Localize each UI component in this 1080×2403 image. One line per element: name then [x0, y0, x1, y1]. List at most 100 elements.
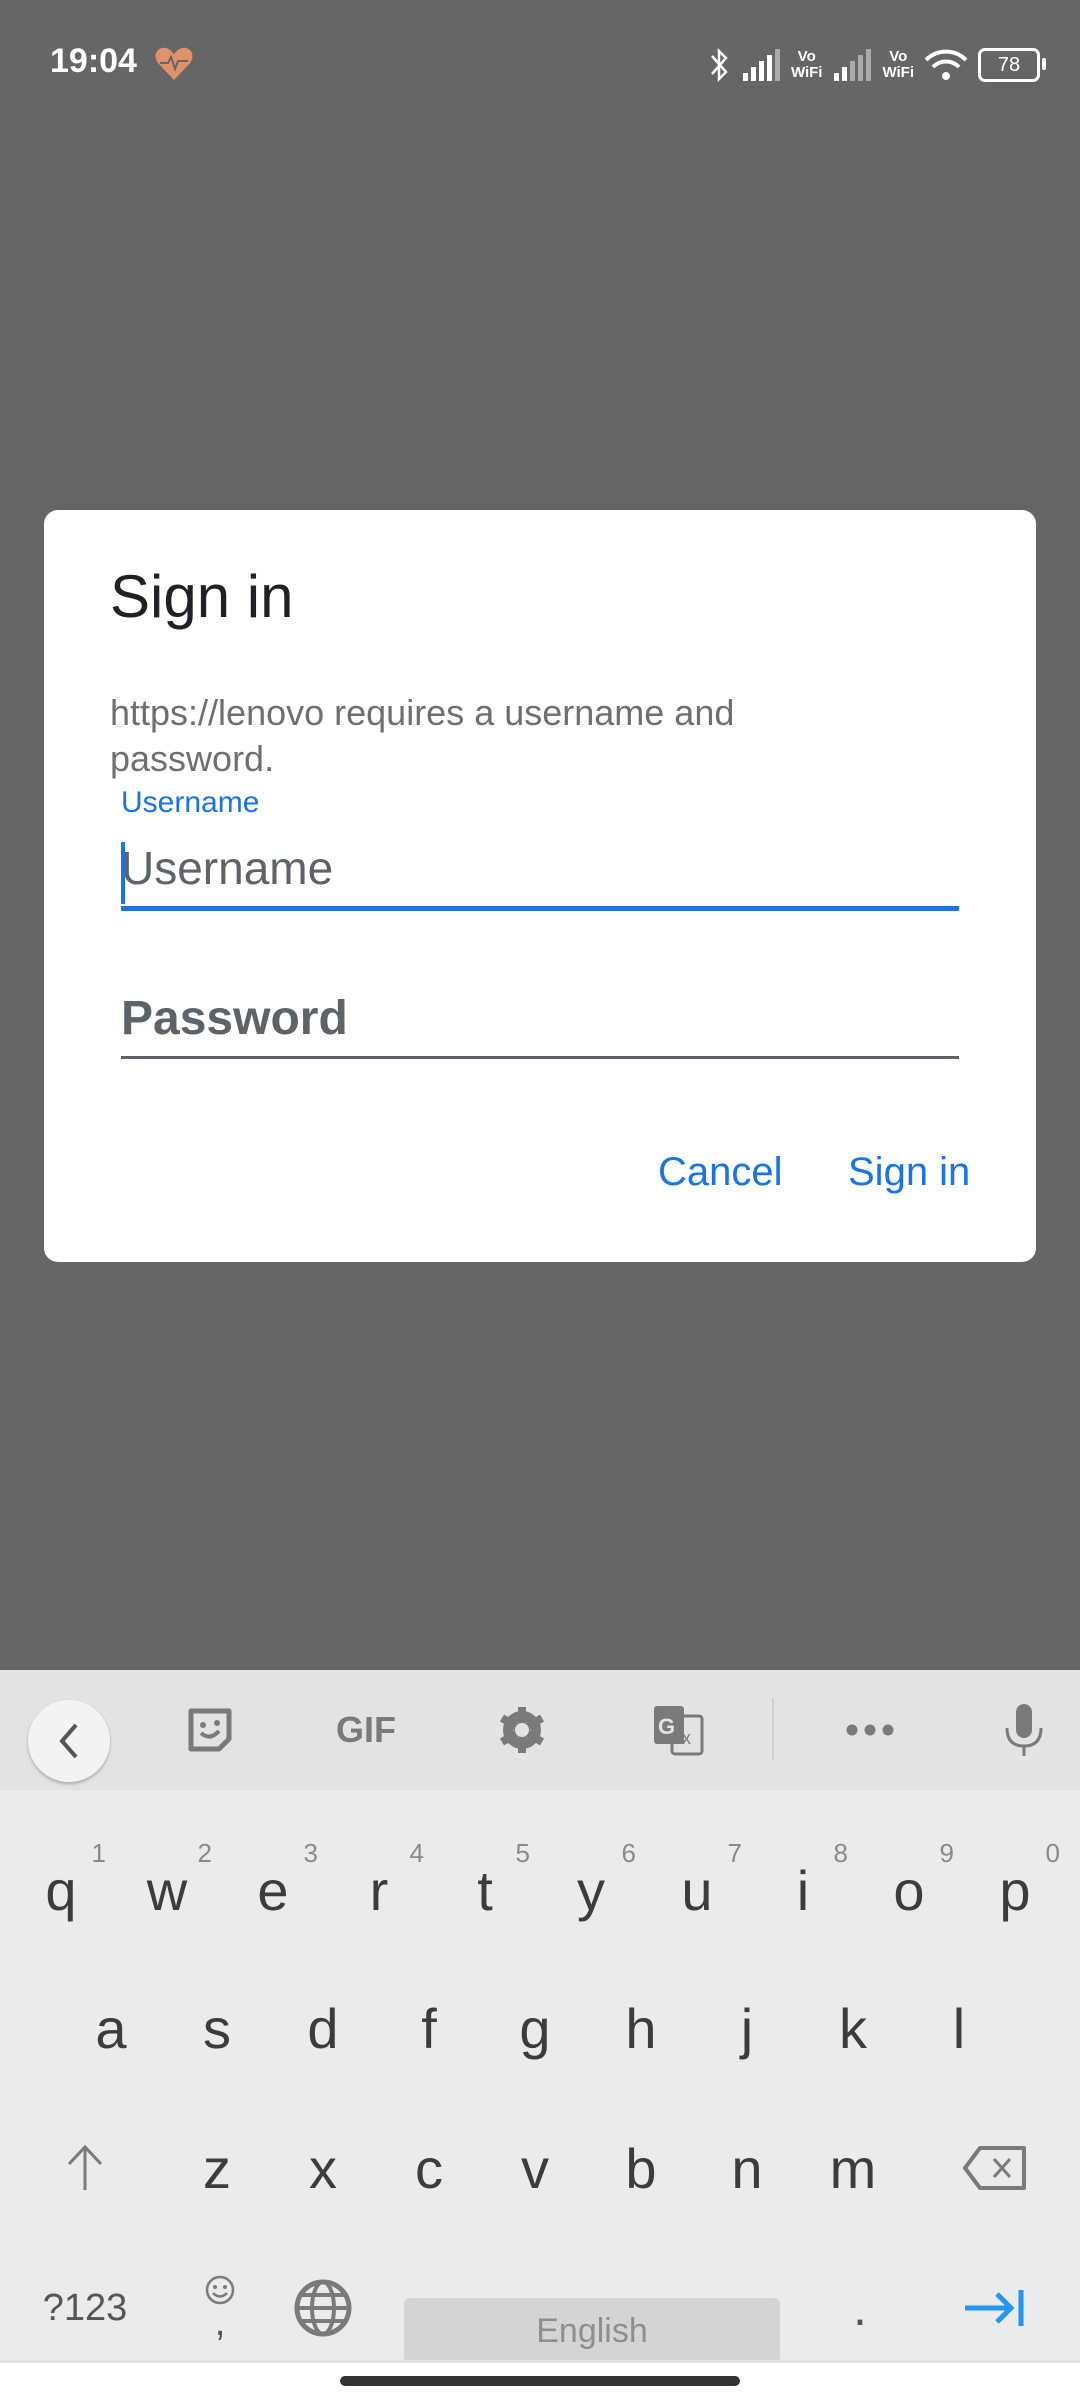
key-g[interactable]: g — [482, 1958, 588, 2098]
key-hint: 0 — [1045, 1838, 1060, 1868]
key-j[interactable]: j — [694, 1958, 800, 2098]
toolbar-divider — [772, 1698, 774, 1760]
status-time: 19:04 — [50, 42, 137, 80]
svg-text:G: G — [658, 1714, 675, 1739]
symbols-key[interactable]: ?123 — [20, 2238, 150, 2378]
key-t[interactable]: t5 — [432, 1820, 538, 1960]
key-o[interactable]: o9 — [856, 1820, 962, 1960]
key-hint: 1 — [91, 1838, 106, 1868]
tab-arrow-icon — [965, 2290, 1024, 2326]
key-x[interactable]: x — [270, 2098, 376, 2238]
emoji-comma-key[interactable]: , — [170, 2238, 270, 2378]
key-label: u — [681, 1858, 713, 1922]
key-y[interactable]: y6 — [538, 1820, 644, 1960]
heart-rate-icon — [155, 47, 193, 80]
key-hint: 9 — [939, 1838, 954, 1868]
key-c[interactable]: c — [376, 2098, 482, 2238]
key-u[interactable]: u7 — [644, 1820, 750, 1960]
key-a[interactable]: a — [58, 1958, 164, 2098]
bluetooth-icon — [710, 47, 728, 83]
key-hint: 4 — [409, 1838, 424, 1868]
key-label: e — [257, 1858, 289, 1922]
more-horizontal-icon — [846, 1724, 894, 1736]
gear-icon — [499, 1707, 545, 1753]
key-label: o — [893, 1858, 925, 1922]
key-label: q — [45, 1858, 77, 1922]
cancel-button[interactable]: Cancel — [658, 1150, 783, 1195]
signal-icon-2 — [834, 49, 872, 81]
key-q[interactable]: q1 — [8, 1820, 114, 1960]
sign-in-button[interactable]: Sign in — [848, 1150, 970, 1195]
microphone-icon — [1005, 1704, 1043, 1756]
dialog-title: Sign in — [110, 563, 294, 630]
signal-icon-1 — [742, 49, 780, 81]
key-l[interactable]: l — [906, 1958, 1012, 2098]
dialog-message: https://lenovo requires a username and p… — [110, 692, 735, 779]
vowifi-icon-2: Vo WiFi — [882, 48, 914, 81]
keyboard-back-button[interactable] — [28, 1700, 110, 1782]
status-icons: Vo WiFi Vo WiFi 78 — [709, 40, 1046, 90]
key-row-2: asdfghjkl — [0, 1958, 1080, 2098]
language-key[interactable] — [278, 2238, 368, 2378]
sign-in-dialog: Sign in https://lenovo requires a userna… — [44, 510, 1036, 1262]
translate-icon: Gx — [654, 1706, 704, 1756]
key-hint: 8 — [833, 1838, 848, 1868]
next-field-key[interactable] — [940, 2238, 1050, 2378]
key-h[interactable]: h — [588, 1958, 694, 2098]
settings-button[interactable] — [484, 1692, 560, 1768]
chevron-left-icon — [59, 1723, 78, 1759]
status-bar: 19:04 Vo WiFi Vo WiFi 78 — [0, 0, 1080, 130]
key-r[interactable]: r4 — [326, 1820, 432, 1960]
key-hint: 6 — [621, 1838, 636, 1868]
gif-button[interactable]: GIF — [326, 1692, 406, 1768]
shift-key[interactable] — [30, 2098, 140, 2238]
key-row-3: zxcvbnm — [0, 2098, 1080, 2238]
key-f[interactable]: f — [376, 1958, 482, 2098]
voice-input-button[interactable] — [986, 1692, 1062, 1768]
keyboard-toolbar: GIF Gx — [0, 1670, 1080, 1790]
more-button[interactable] — [832, 1692, 908, 1768]
vowifi-icon-1: Vo WiFi — [790, 48, 823, 81]
key-d[interactable]: d — [270, 1958, 376, 2098]
key-w[interactable]: w2 — [114, 1820, 220, 1960]
shift-arrow-icon — [67, 2144, 103, 2190]
key-b[interactable]: b — [588, 2098, 694, 2238]
comma-label: , — [214, 2300, 226, 2344]
translate-button[interactable]: Gx — [640, 1692, 716, 1768]
battery-indicator: 78 — [978, 48, 1046, 82]
key-z[interactable]: z — [164, 2098, 270, 2238]
wifi-icon — [924, 49, 968, 80]
sticker-icon — [188, 1708, 232, 1752]
text-cursor — [121, 842, 125, 904]
backspace-icon — [963, 2146, 1026, 2190]
key-e[interactable]: e3 — [220, 1820, 326, 1960]
key-label: w — [146, 1858, 188, 1922]
key-v[interactable]: v — [482, 2098, 588, 2238]
key-row-4: ?123 , English . — [0, 2238, 1080, 2378]
key-i[interactable]: i8 — [750, 1820, 856, 1960]
password-field[interactable] — [121, 980, 959, 1059]
key-hint: 5 — [515, 1838, 530, 1868]
key-label: y — [577, 1858, 605, 1922]
sticker-button[interactable] — [172, 1692, 248, 1768]
key-m[interactable]: m — [800, 2098, 906, 2238]
globe-icon — [294, 2279, 352, 2337]
key-hint: 2 — [197, 1838, 212, 1868]
username-floating-label: Username — [121, 786, 260, 819]
svg-text:x: x — [682, 1728, 691, 1748]
key-label: i — [796, 1858, 810, 1922]
key-hint: 7 — [727, 1838, 742, 1868]
period-key[interactable]: . — [810, 2238, 910, 2378]
home-gesture-handle[interactable] — [340, 2376, 740, 2386]
password-input[interactable] — [121, 980, 959, 1056]
key-k[interactable]: k — [800, 1958, 906, 2098]
key-label: r — [369, 1858, 389, 1922]
key-p[interactable]: p0 — [962, 1820, 1068, 1960]
backspace-key[interactable] — [940, 2098, 1050, 2238]
key-label: p — [999, 1858, 1031, 1922]
key-s[interactable]: s — [164, 1958, 270, 2098]
username-input[interactable] — [121, 830, 959, 906]
key-n[interactable]: n — [694, 2098, 800, 2238]
username-field[interactable] — [121, 830, 959, 911]
space-bar[interactable]: English — [404, 2298, 780, 2364]
